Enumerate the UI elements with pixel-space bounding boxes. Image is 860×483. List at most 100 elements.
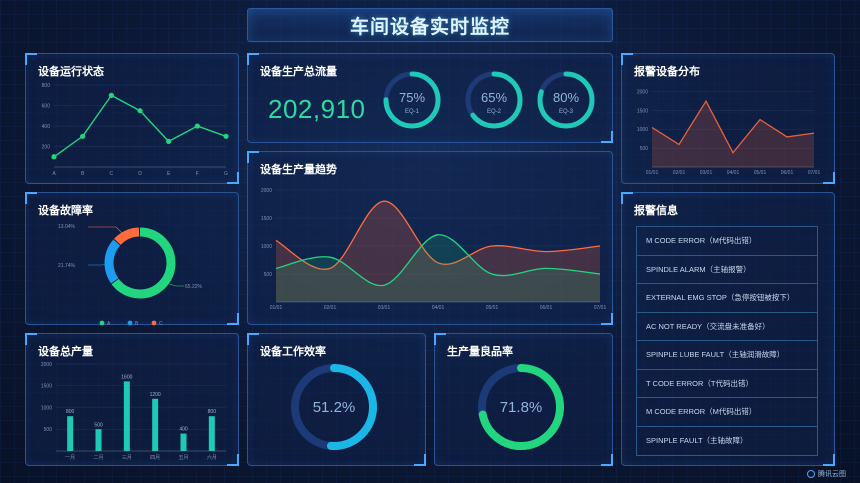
ring-percent: 51.2%	[313, 399, 356, 416]
gauge-rings: 75% EQ-1 65% EQ-2 80% EQ-3	[383, 71, 595, 129]
x-tick-label: A	[52, 171, 56, 177]
y-tick-label: 1000	[41, 405, 52, 411]
alarm-item[interactable]: SPINDLE ALARM（主轴报警）	[637, 256, 817, 284]
bar	[67, 416, 74, 451]
gauge-label: EQ-2	[487, 109, 502, 115]
x-tick-label: 三月	[122, 455, 132, 461]
alarm-item[interactable]: M CODE ERROR（M代码出错）	[637, 227, 817, 256]
data-point	[80, 133, 86, 139]
alarm-item[interactable]: SPINPLE FAULT（主轴故障）	[637, 427, 817, 456]
panel-alarm-info: 报警信息 M CODE ERROR（M代码出错） SPINDLE ALARM（主…	[621, 192, 835, 466]
legend-label: A	[107, 321, 111, 327]
data-point	[137, 108, 143, 114]
panel-failure: 设备故障率 65.22% 21.74% 13.04% A B C	[25, 192, 239, 327]
x-tick-label: 六月	[207, 454, 217, 461]
panel-efficiency: 设备工作效率 51.2%	[247, 333, 426, 466]
alarm-item[interactable]: T CODE ERROR（T代码出错）	[637, 370, 817, 398]
panel-total-output: 设备总产量 500 1000 1500 2000 800 一月 500 二月 1600 三月 120…	[25, 333, 239, 466]
gauge-percent: 80%	[553, 90, 579, 105]
y-tick-label: 1000	[637, 127, 648, 133]
data-point	[108, 92, 114, 98]
bar-value-label: 400	[179, 427, 188, 433]
efficiency-ring: 51.2%	[291, 364, 377, 450]
alarm-dist-area-chart: 500 1000 1500 2000 01/01 02/01 03/01 04/01 05/01…	[637, 90, 821, 176]
x-tick-label: 04/01	[727, 170, 740, 176]
x-tick-label: G	[224, 171, 228, 177]
x-tick-label: 03/01	[700, 170, 713, 176]
gauge-label: EQ-3	[559, 109, 574, 115]
legend-swatch	[127, 320, 133, 326]
x-tick-label: 02/01	[324, 305, 337, 311]
x-tick-label: 05/01	[754, 170, 767, 176]
data-point	[166, 138, 172, 145]
x-tick-label: B	[81, 171, 85, 177]
alarm-item[interactable]: EXTERNAL EMG STOP（急停按钮被按下）	[637, 284, 817, 313]
legend-label: C	[159, 321, 163, 327]
bar	[152, 398, 159, 451]
x-tick-label: 07/01	[808, 170, 821, 176]
y-tick-label: 800	[42, 83, 51, 89]
legend-swatch	[99, 320, 105, 326]
x-tick-label: C	[110, 171, 114, 177]
alarm-list: M CODE ERROR（M代码出错） SPINDLE ALARM（主轴报警） …	[636, 226, 818, 456]
y-tick-label: 2000	[637, 90, 648, 96]
y-tick-label: 1000	[261, 244, 272, 250]
x-tick-label: 一月	[65, 455, 75, 461]
ring-percent: 71.8%	[500, 399, 543, 416]
y-tick-label: 400	[42, 124, 51, 130]
bar-value-label: 800	[208, 409, 217, 415]
panel-trend: 设备生产量趋势 500 1000 1500 2000 01/01 02/01 03/01 04…	[247, 151, 613, 325]
panel-title: 报警信息	[634, 205, 678, 217]
gauge-percent: 65%	[481, 90, 507, 105]
x-tick-label: 06/01	[540, 305, 553, 311]
data-point	[223, 133, 229, 139]
gauge-percent: 75%	[399, 90, 425, 105]
page-title: 车间设备实时监控	[349, 16, 510, 38]
y-tick-label: 500	[44, 427, 53, 433]
bar-value-label: 500	[94, 422, 103, 428]
alarm-item[interactable]: SPINPLE LUBE FAULT（主轴润滑故障）	[637, 341, 817, 370]
status-line-chart: 200 400 600 800 A B C D E F G	[42, 83, 229, 177]
y-tick-label: 600	[42, 103, 51, 109]
x-tick-label: 07/01	[594, 305, 607, 311]
y-tick-label: 1500	[637, 108, 648, 114]
panel-alarm-dist: 报警设备分布 500 1000 1500 2000 01/01 02/01 03/01 04/…	[621, 53, 835, 184]
x-tick-label: E	[167, 171, 171, 177]
y-tick-label: 2000	[41, 362, 52, 368]
x-tick-label: 二月	[93, 455, 103, 461]
bar-value-label: 1600	[121, 374, 132, 380]
leader-line	[88, 226, 125, 236]
brand-logo: 腾讯云图	[807, 469, 846, 479]
alarm-item[interactable]: M CODE ERROR（M代码出错）	[637, 398, 817, 427]
bar-value-label: 1200	[150, 392, 161, 398]
x-tick-label: 01/01	[270, 305, 283, 311]
x-tick-label: 06/01	[781, 170, 794, 176]
y-tick-label: 500	[264, 272, 273, 278]
panel-yield: 生产量良品率 71.8%	[434, 333, 613, 466]
gauge-label: EQ-1	[405, 109, 420, 115]
x-tick-label: 02/01	[673, 170, 686, 176]
series-area	[652, 101, 814, 167]
bar	[180, 433, 187, 451]
slice-label: 65.22%	[185, 284, 203, 290]
x-tick-label: 04/01	[432, 305, 445, 311]
legend-label: B	[135, 321, 139, 327]
x-tick-label: 四月	[150, 455, 160, 461]
alarm-item[interactable]: AC NOT READY（交流盘未准备好）	[637, 313, 817, 341]
bar	[95, 429, 102, 451]
panel-status: 设备运行状态 200 400 600 800 A B C D E F G	[25, 53, 239, 184]
x-tick-label: D	[138, 171, 142, 177]
failure-donut-chart: 65.22% 21.74% 13.04% A B C	[58, 224, 203, 327]
y-tick-label: 1500	[41, 384, 52, 390]
data-point	[194, 123, 200, 129]
yield-ring: 71.8%	[478, 364, 564, 450]
slice-label: 13.04%	[58, 224, 76, 230]
y-tick-label: 2000	[261, 188, 272, 194]
x-tick-label: 01/01	[646, 170, 659, 176]
bar	[208, 416, 215, 451]
legend-swatch	[151, 320, 157, 326]
y-tick-label: 1500	[261, 216, 272, 222]
logo-icon	[807, 470, 815, 478]
slice-label: 21.74%	[58, 263, 76, 269]
logo-text: 腾讯云图	[818, 471, 846, 478]
